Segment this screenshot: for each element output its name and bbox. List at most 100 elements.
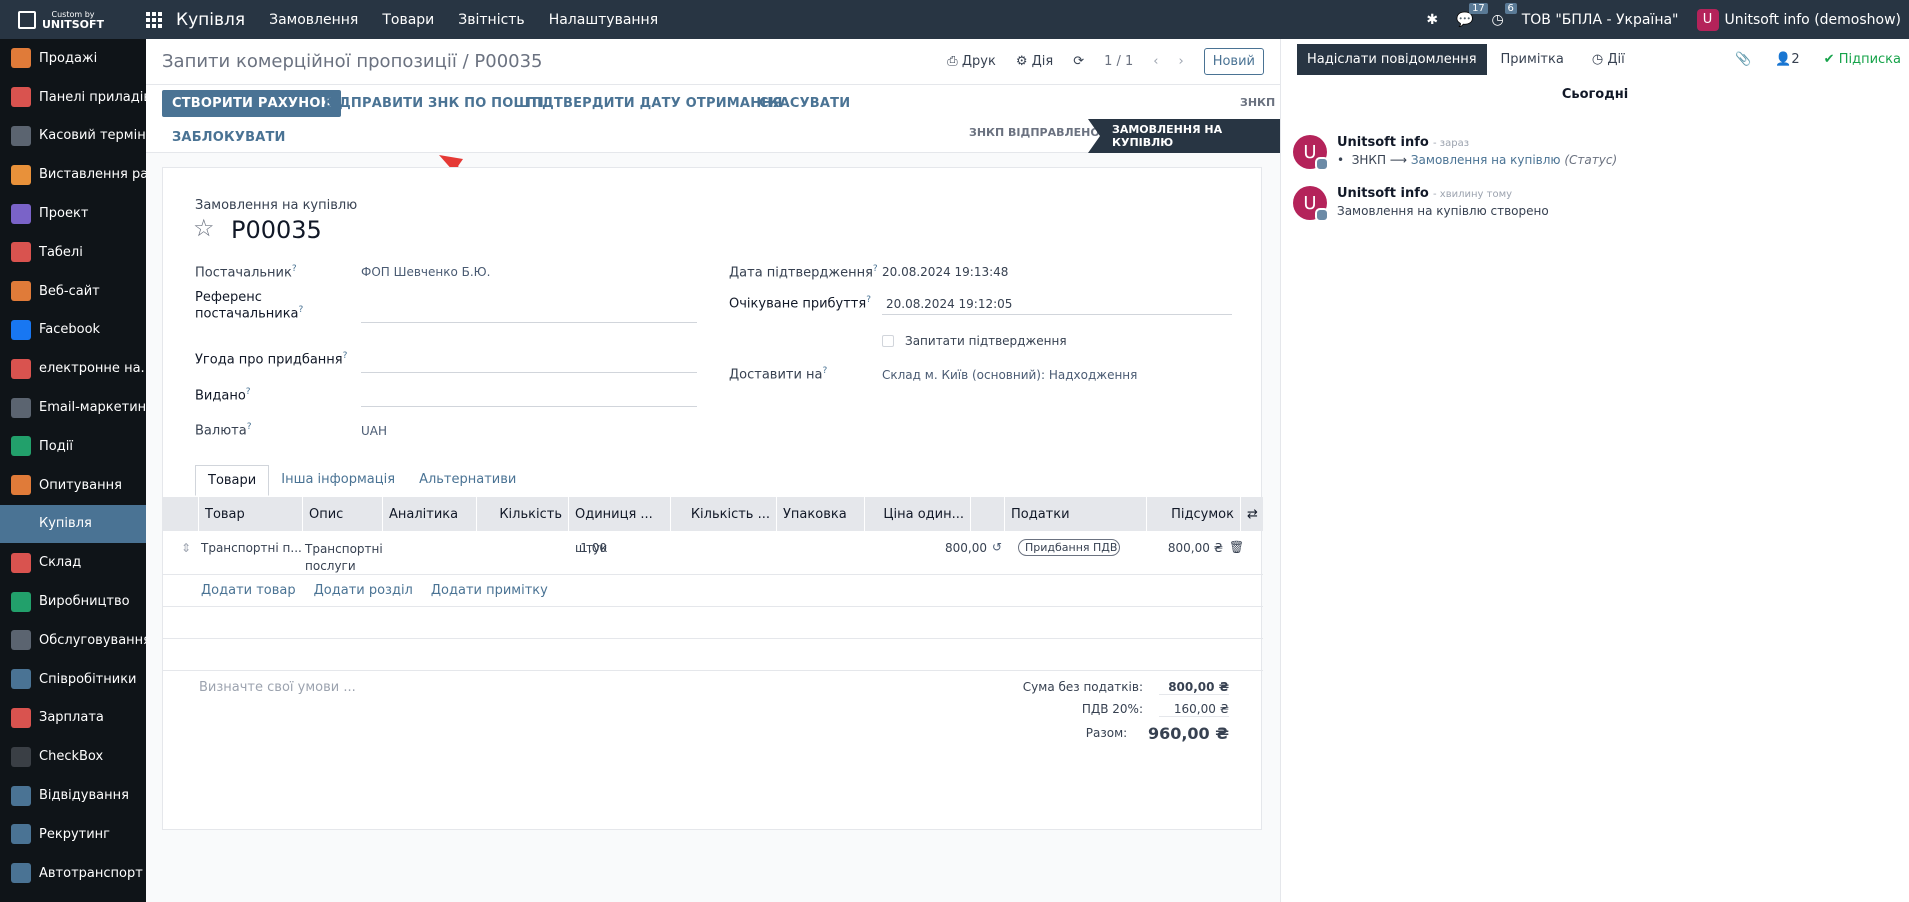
col-qty-packaging[interactable]: Кількість ... [671, 497, 777, 531]
bug-icon[interactable]: ✱ [1426, 12, 1438, 28]
sidebar-item[interactable]: Автотранспорт [0, 854, 146, 893]
col-uom[interactable]: Одиниця ... [569, 497, 671, 531]
vendor-field[interactable]: ФОП Шевченко Б.Ю. [361, 265, 490, 279]
trash-icon[interactable]: 🗑 [1229, 540, 1244, 554]
issued-input[interactable] [361, 406, 697, 407]
stage-purchase-order[interactable]: ЗАМОВЛЕННЯ НА КУПІВЛЮ [1088, 119, 1280, 153]
totals-block: Сума без податків: 800,00 ₴ ПДВ 20%: 160,0… [1009, 676, 1229, 746]
cancel-button[interactable]: СКАСУВАТИ [759, 96, 850, 111]
log-note-button[interactable]: Примітка [1487, 44, 1578, 75]
ask-confirm-checkbox[interactable] [882, 335, 894, 347]
sidebar-item[interactable]: Проект [0, 194, 146, 233]
line-description[interactable]: Транспортні послуги [305, 541, 383, 575]
sidebar-item[interactable]: Обслуговування [0, 621, 146, 660]
lock-button[interactable]: ЗАБЛОКУВАТИ [172, 130, 286, 145]
app-grid-icon[interactable] [146, 11, 162, 28]
stage-rfq-sent[interactable]: ЗНКП ВІДПРАВЛЕНО [969, 126, 1100, 139]
chat-button[interactable]: 💬 17 [1456, 2, 1488, 28]
new-button[interactable]: Новий [1203, 48, 1264, 75]
sidebar-item-label: Зарплата [39, 710, 104, 726]
sidebar-item-label: Email-маркетинг [39, 400, 146, 416]
subscribe-button[interactable]: ✔ Підписка [1824, 52, 1901, 67]
logo[interactable]: Custom by UNITSOFT [0, 0, 146, 39]
user-menu[interactable]: U Unitsoft info (demoshow) [1696, 8, 1901, 31]
sidebar-item[interactable]: Виробництво [0, 582, 146, 621]
col-unit-price[interactable]: Ціна один... [865, 497, 971, 531]
line-tax-badge[interactable]: Придбання ПДВ 2 [1018, 539, 1120, 556]
app-icon [11, 319, 31, 340]
sidebar-item[interactable]: Співробітники [0, 660, 146, 699]
sidebar-item[interactable]: Продажі [0, 39, 146, 78]
line-product[interactable]: Транспортні п... [201, 541, 302, 555]
tab-alternatives[interactable]: Альтернативи [407, 465, 528, 496]
history-icon[interactable]: ↺ [992, 540, 1002, 554]
message-author[interactable]: Unitsoft info [1337, 186, 1429, 201]
column-settings-icon[interactable]: ⇄ [1241, 497, 1263, 531]
paperclip-icon[interactable]: 📎 [1735, 52, 1751, 67]
terms-input[interactable]: Визначте свої умови ... [199, 680, 356, 695]
followers-button[interactable]: 👤2 [1775, 52, 1799, 67]
col-product[interactable]: Товар [199, 497, 303, 531]
sidebar-item[interactable]: Табелі [0, 233, 146, 272]
expected-arrival-field[interactable]: 20.08.2024 19:12:05 [886, 297, 1012, 311]
pager-next-icon[interactable]: › [1179, 54, 1184, 69]
line-unit-price[interactable]: 800,00 [923, 541, 987, 555]
sidebar-item[interactable]: Відвідування [0, 776, 146, 815]
col-quantity[interactable]: Кількість [477, 497, 569, 531]
sidebar-item[interactable]: CheckBox [0, 737, 146, 776]
control-panel: Запити комерційної пропозиції / P00035 ⎙… [146, 39, 1280, 85]
drag-handle-icon[interactable]: ⇕ [181, 541, 191, 555]
sidebar-item[interactable]: Виставлення ра... [0, 155, 146, 194]
sidebar-item[interactable]: Склад [0, 543, 146, 582]
col-taxes[interactable]: Податки [1005, 497, 1147, 531]
col-subtotal[interactable]: Підсумок [1147, 497, 1241, 531]
line-uom[interactable]: штук [575, 541, 607, 555]
col-packaging[interactable]: Упаковка [777, 497, 865, 531]
sidebar-item[interactable]: Касовий термін... [0, 117, 146, 156]
menu-products[interactable]: Товари [382, 12, 434, 28]
deliver-to-field[interactable]: Склад м. Київ (основний): Надходження [882, 368, 1137, 382]
sidebar-item[interactable]: Веб-сайт [0, 272, 146, 311]
vendor-ref-input[interactable] [361, 322, 697, 323]
refresh-icon[interactable]: ⟳ [1073, 54, 1084, 69]
message-author[interactable]: Unitsoft info [1337, 135, 1429, 150]
vat-amount: 160,00 ₴ [1159, 702, 1229, 717]
menu-reporting[interactable]: Звітність [458, 12, 524, 28]
sidebar-item[interactable]: Email-маркетинг [0, 388, 146, 427]
col-analytics[interactable]: Аналітика [383, 497, 477, 531]
untaxed-amount: 800,00 ₴ [1159, 680, 1229, 695]
sidebar-item[interactable]: Події [0, 427, 146, 466]
currency-field[interactable]: UAH [361, 424, 387, 438]
send-message-button[interactable]: Надіслати повідомлення [1297, 43, 1487, 75]
tab-products[interactable]: Товари [195, 465, 270, 496]
col-description[interactable]: Опис [303, 497, 383, 531]
sidebar-item-label: Обслуговування [39, 632, 146, 648]
sidebar-item[interactable]: електронне на... [0, 349, 146, 388]
print-button[interactable]: ⎙ Друк [947, 54, 996, 69]
sidebar-item[interactable]: Зарплата [0, 699, 146, 738]
confirm-date-field[interactable]: 20.08.2024 19:13:48 [882, 265, 1008, 279]
tab-other-info[interactable]: Інша інформація [269, 465, 407, 496]
menu-settings[interactable]: Налаштування [549, 12, 658, 28]
agreement-input[interactable] [361, 372, 697, 373]
sidebar-item[interactable]: Панелі приладів [0, 78, 146, 117]
app-icon [11, 164, 31, 185]
action-button[interactable]: ⚙ Дія [1016, 54, 1053, 69]
sidebar-item[interactable]: Опитування [0, 466, 146, 505]
sidebar-item[interactable]: Facebook [0, 311, 146, 350]
star-icon[interactable]: ☆ [193, 214, 215, 242]
pager-prev-icon[interactable]: ‹ [1153, 54, 1158, 69]
sidebar-item[interactable]: Купівля [0, 504, 146, 544]
activity-button[interactable]: ◷ 6 [1492, 2, 1517, 28]
table-row[interactable]: ⇕ Транспортні п... Транспортні послуги 1,… [163, 531, 1263, 575]
stage-rfq[interactable]: ЗНКП [1240, 96, 1275, 109]
sidebar-item[interactable]: Рекрутинг [0, 815, 146, 854]
activities-button[interactable]: ◷ Дії [1578, 44, 1639, 75]
app-title[interactable]: Купівля [176, 10, 245, 30]
menu-orders[interactable]: Замовлення [269, 12, 358, 28]
app-icon [11, 436, 31, 457]
company-switcher[interactable]: ТОВ "БПЛА - Україна" [1522, 12, 1679, 28]
breadcrumb[interactable]: Запити комерційної пропозиції / P00035 [162, 51, 543, 72]
app-icon [11, 281, 31, 302]
sidebar-item-label: Автотранспорт [39, 865, 143, 881]
